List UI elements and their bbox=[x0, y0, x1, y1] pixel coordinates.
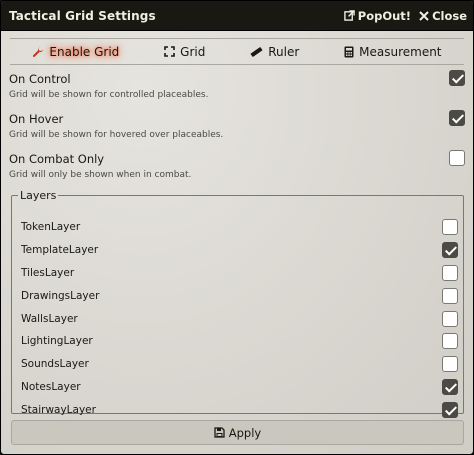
setting-hint: Grid will only be shown when in combat. bbox=[9, 170, 192, 180]
on-control-checkbox[interactable] bbox=[449, 70, 465, 86]
token-layer-checkbox[interactable] bbox=[442, 219, 458, 235]
setting-on-control: On Control Grid will be shown for contro… bbox=[9, 69, 465, 105]
layer-label: TokenLayer bbox=[21, 221, 81, 233]
apply-button[interactable]: Apply bbox=[11, 420, 464, 445]
tab-label: Ruler bbox=[268, 44, 300, 59]
lighting-layer-checkbox[interactable] bbox=[442, 333, 458, 349]
popout-button[interactable]: PopOut! bbox=[344, 9, 411, 23]
layer-row-template: TemplateLayer bbox=[21, 240, 463, 262]
close-button[interactable]: Close bbox=[419, 9, 467, 23]
setting-hint: Grid will be shown for controlled placea… bbox=[9, 90, 209, 100]
tab-grid[interactable]: Grid bbox=[158, 43, 211, 61]
setting-hint: Grid will be shown for hovered over plac… bbox=[9, 130, 224, 140]
setting-on-hover: On Hover Grid will be shown for hovered … bbox=[9, 109, 465, 145]
calculator-icon bbox=[344, 46, 354, 58]
sounds-layer-checkbox[interactable] bbox=[442, 356, 458, 372]
template-layer-checkbox[interactable] bbox=[442, 242, 458, 258]
tab-enable-grid[interactable]: Enable Grid bbox=[26, 43, 125, 61]
close-icon bbox=[419, 10, 429, 21]
settings-tabs: Enable Grid Grid Ruler Measurement bbox=[10, 38, 464, 65]
setting-label: On Hover bbox=[9, 112, 64, 126]
tab-label: Measurement bbox=[359, 44, 442, 59]
expand-icon bbox=[164, 46, 175, 57]
ruler-icon bbox=[250, 46, 263, 58]
external-link-icon bbox=[344, 10, 355, 21]
layer-row-sounds: SoundsLayer bbox=[21, 354, 463, 376]
walls-layer-checkbox[interactable] bbox=[442, 311, 458, 327]
layer-label: NotesLayer bbox=[21, 381, 81, 393]
layer-label: TilesLayer bbox=[21, 267, 75, 279]
on-combat-only-checkbox[interactable] bbox=[449, 150, 465, 166]
on-hover-checkbox[interactable] bbox=[449, 110, 465, 126]
tab-measurement[interactable]: Measurement bbox=[338, 43, 447, 61]
setting-label: On Control bbox=[9, 72, 71, 86]
layer-label: SoundsLayer bbox=[21, 358, 89, 370]
layer-row-tiles: TilesLayer bbox=[21, 263, 463, 285]
layer-label: WallsLayer bbox=[21, 313, 78, 325]
apply-label: Apply bbox=[228, 425, 262, 440]
layers-fieldset: Layers TokenLayer TemplateLayer TilesLay… bbox=[11, 189, 464, 418]
stairway-layer-checkbox[interactable] bbox=[442, 402, 458, 418]
layer-row-token: TokenLayer bbox=[21, 217, 463, 239]
layers-legend: Layers bbox=[20, 189, 57, 202]
drawings-layer-checkbox[interactable] bbox=[442, 288, 458, 304]
wrench-icon bbox=[32, 46, 44, 58]
setting-label: On Combat Only bbox=[9, 152, 105, 166]
popout-label: PopOut! bbox=[357, 8, 412, 23]
layer-label: StairwayLayer bbox=[21, 404, 96, 416]
layer-label: LightingLayer bbox=[21, 335, 93, 347]
tab-label: Enable Grid bbox=[49, 44, 120, 59]
layer-row-stairway: StairwayLayer bbox=[21, 400, 463, 422]
window-titlebar[interactable]: Tactical Grid Settings PopOut! Close bbox=[1, 1, 473, 31]
settings-window: Tactical Grid Settings PopOut! Close Ena… bbox=[0, 0, 474, 455]
save-icon bbox=[214, 427, 225, 438]
layer-row-lighting: LightingLayer bbox=[21, 331, 463, 353]
close-label: Close bbox=[432, 8, 467, 23]
tab-ruler[interactable]: Ruler bbox=[244, 43, 305, 61]
layer-label: TemplateLayer bbox=[21, 244, 99, 256]
layer-row-notes: NotesLayer bbox=[21, 377, 463, 399]
tiles-layer-checkbox[interactable] bbox=[442, 265, 458, 281]
layer-row-drawings: DrawingsLayer bbox=[21, 286, 463, 308]
layer-row-walls: WallsLayer bbox=[21, 309, 463, 331]
window-title: Tactical Grid Settings bbox=[9, 8, 156, 23]
notes-layer-checkbox[interactable] bbox=[442, 379, 458, 395]
tab-label: Grid bbox=[180, 44, 206, 59]
setting-on-combat-only: On Combat Only Grid will only be shown w… bbox=[9, 149, 465, 185]
layer-label: DrawingsLayer bbox=[21, 290, 100, 302]
